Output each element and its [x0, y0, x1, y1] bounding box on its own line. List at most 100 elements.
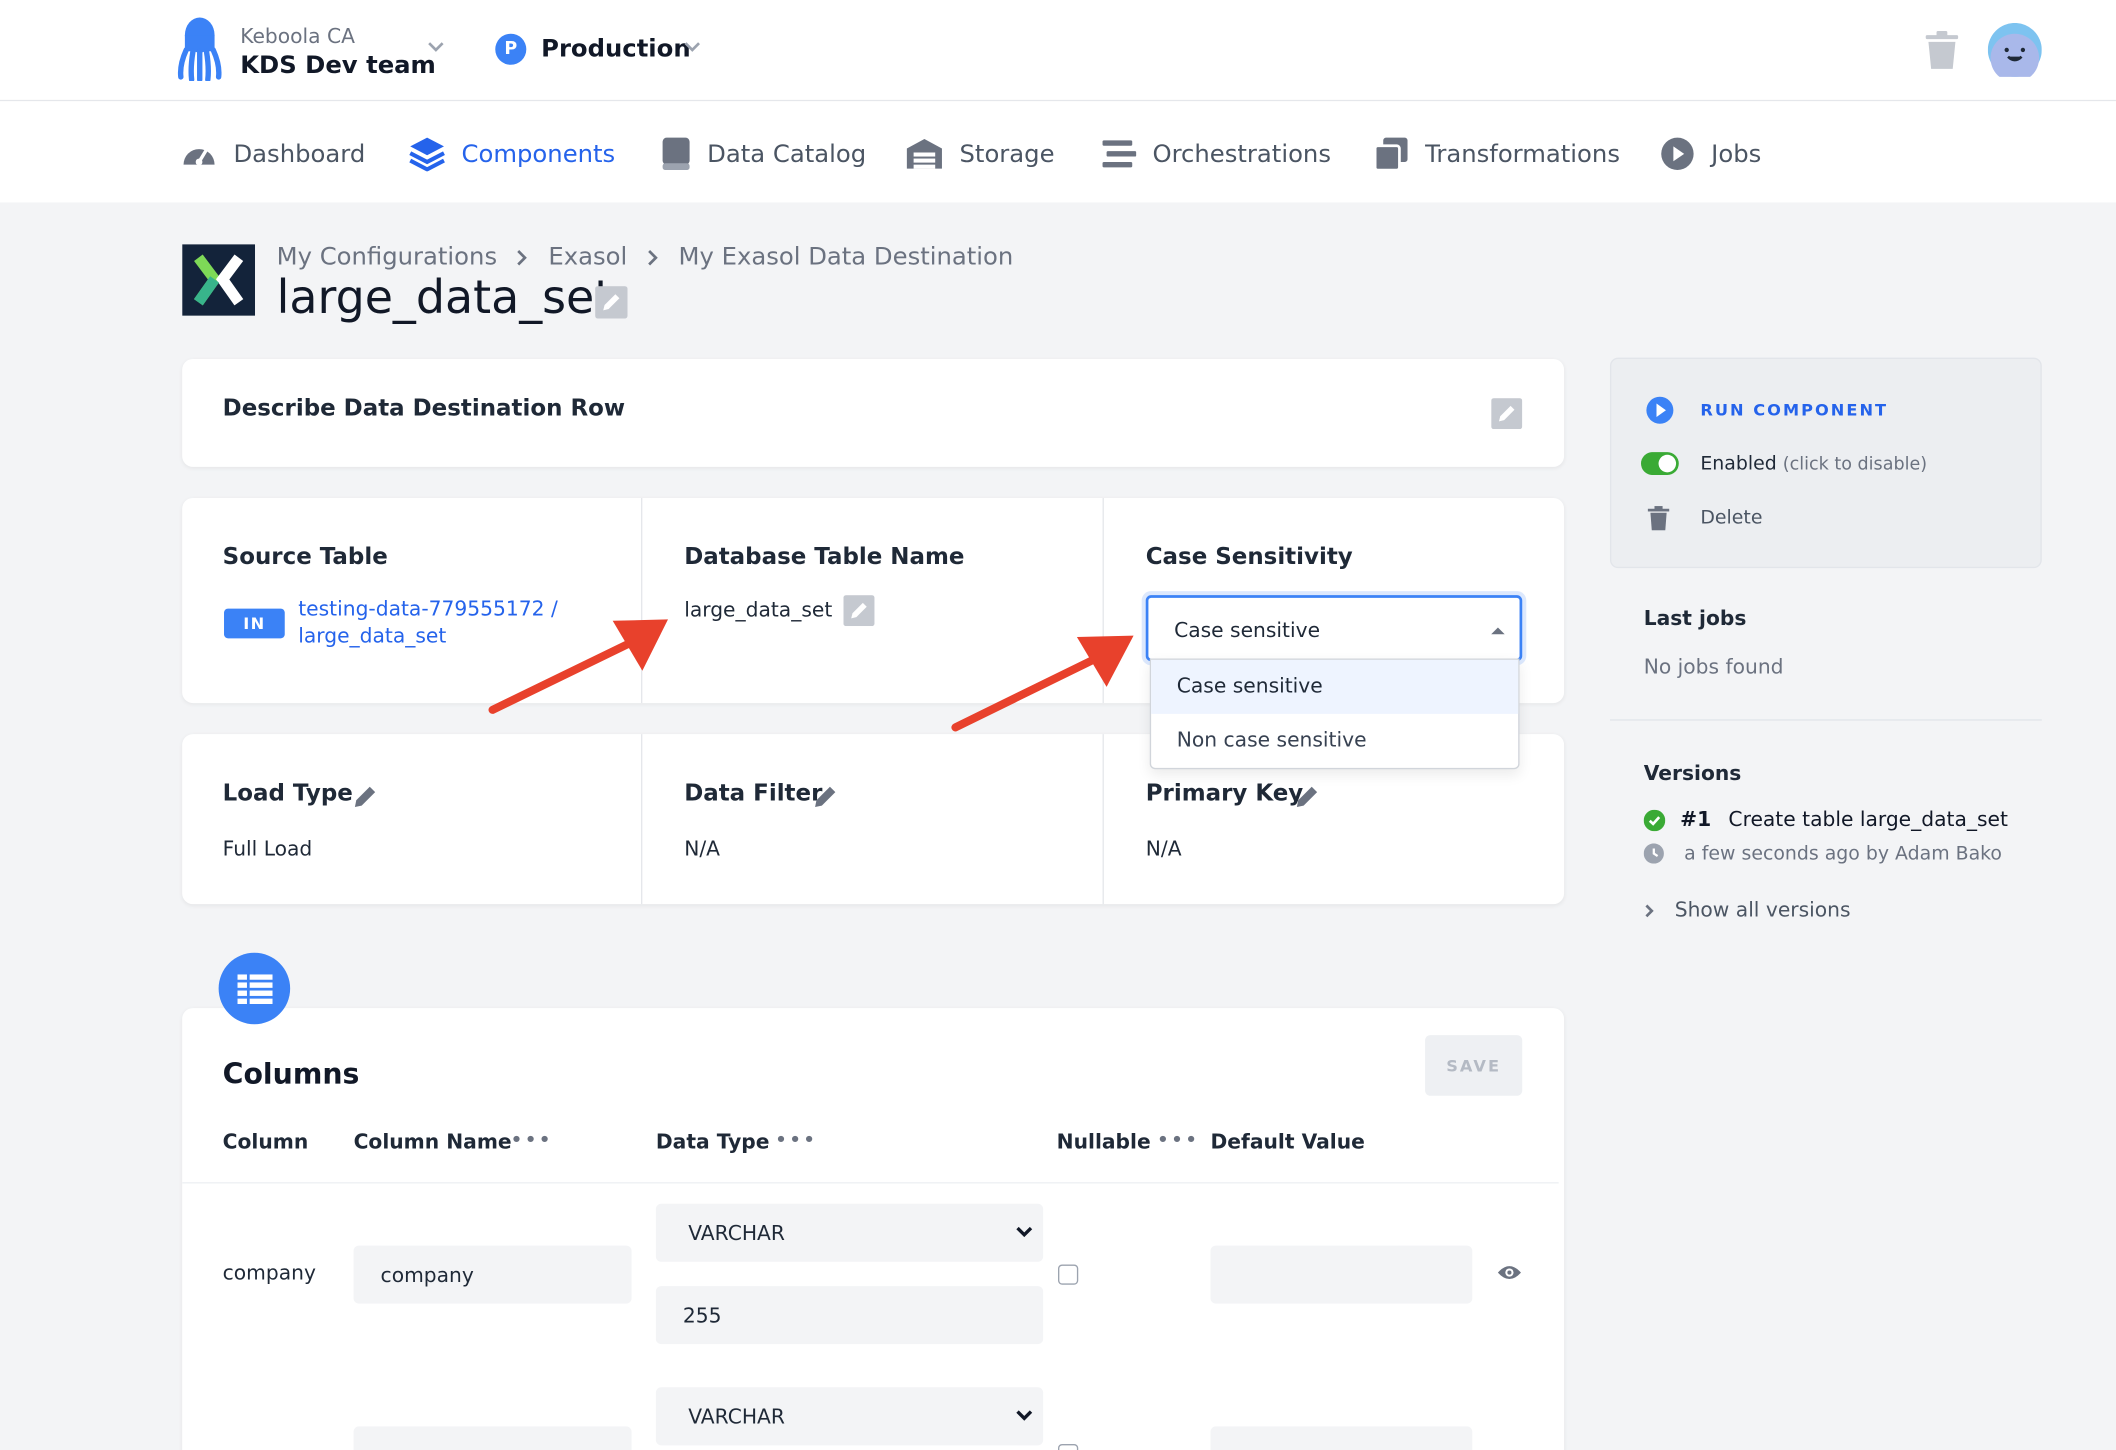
header-column-name: Column Name [353, 1129, 512, 1154]
pencil-icon[interactable] [812, 783, 839, 810]
case-sensitivity-label: Case Sensitivity [1145, 543, 1353, 571]
breadcrumb: My Configurations Exasol My Exasol Data … [277, 243, 1014, 271]
chevron-down-icon[interactable] [683, 40, 702, 53]
edit-icon[interactable] [843, 595, 875, 627]
primary-key-value: N/A [1145, 836, 1182, 861]
show-all-versions-link[interactable]: Show all versions [1675, 897, 1851, 921]
nav-orchestrations[interactable]: Orchestrations [1101, 134, 1331, 174]
option-non-case-sensitive[interactable]: Non case sensitive [1151, 714, 1518, 768]
source-table-link[interactable]: testing-data-779555172 / large_data_set [298, 595, 558, 649]
top-bar: Keboola CA KDS Dev team P Production [0, 0, 2116, 102]
trash-icon [1647, 506, 1670, 531]
columns-title: Columns [222, 1058, 360, 1091]
case-sensitivity-menu: Case sensitive Non case sensitive [1149, 658, 1520, 770]
nullable-checkbox[interactable] [1058, 1264, 1079, 1285]
trash-icon[interactable] [1924, 30, 1959, 70]
chevron-right-icon [517, 249, 528, 265]
env-name[interactable]: Production [541, 35, 690, 63]
chevron-down-icon [1016, 1410, 1033, 1421]
header-column: Column [222, 1129, 309, 1154]
nav-components[interactable]: Components [409, 134, 615, 174]
last-jobs-empty: No jobs found [1643, 654, 1784, 679]
data-type-select[interactable]: VARCHAR [655, 1203, 1044, 1262]
columns-card: Columns SAVE Column Column Name ••• Data… [182, 1008, 1565, 1450]
copy-icon [1373, 137, 1408, 172]
database-table-name-label: Database Table Name [684, 543, 965, 571]
case-sensitivity-selected: Case sensitive [1174, 618, 1321, 643]
pencil-icon[interactable] [1294, 783, 1321, 810]
load-type-label: Load Type [222, 780, 353, 808]
breadcrumb-destination[interactable]: My Exasol Data Destination [679, 243, 1014, 271]
chevron-right-icon [647, 249, 658, 265]
chevron-down-icon[interactable] [426, 40, 445, 53]
warehouse-icon [906, 138, 942, 169]
nav-transformations[interactable]: Transformations [1373, 134, 1620, 174]
save-button[interactable]: SAVE [1425, 1035, 1523, 1096]
table-icon [218, 952, 291, 1025]
data-filter-label: Data Filter [684, 780, 823, 808]
database-table-name-value: large_data_set [684, 597, 833, 623]
describe-card: Describe Data Destination Row [182, 358, 1565, 467]
main-nav: Dashboard Components Data Catalog Storag… [0, 101, 2116, 203]
version-meta: a few seconds ago by Adam Bako [1684, 843, 2002, 866]
nav-jobs[interactable]: Jobs [1660, 134, 1761, 174]
more-icon[interactable]: ••• [510, 1127, 552, 1153]
edit-icon[interactable] [595, 286, 628, 319]
data-type-select[interactable]: VARCHAR [655, 1387, 1044, 1446]
row-column: company [222, 1260, 316, 1285]
play-circle-icon[interactable] [1645, 395, 1675, 425]
page-title: large_data_set [276, 271, 613, 326]
load-type-value: Full Load [222, 836, 313, 861]
last-jobs-title: Last jobs [1643, 605, 1747, 631]
length-input[interactable]: 255 [655, 1286, 1044, 1345]
exasol-logo [182, 244, 256, 316]
nav-data-catalog[interactable]: Data Catalog [661, 134, 866, 174]
primary-key-label: Primary Key [1145, 780, 1304, 808]
default-value-input[interactable] [1210, 1245, 1473, 1304]
case-sensitivity-select[interactable]: Case sensitive [1145, 595, 1523, 662]
breadcrumb-my-configurations[interactable]: My Configurations [277, 243, 497, 271]
version-entry[interactable]: #1 Create table large_data_set [1680, 807, 2008, 831]
run-component-button[interactable]: RUN COMPONENT [1700, 401, 1888, 420]
nav-storage[interactable]: Storage [906, 134, 1055, 174]
edit-icon[interactable] [1491, 398, 1523, 430]
option-case-sensitive[interactable]: Case sensitive [1151, 659, 1519, 714]
actions-panel: RUN COMPONENT Enabled (click to disable)… [1609, 357, 2042, 569]
clock-icon [1643, 843, 1664, 864]
nav-dashboard[interactable]: Dashboard [181, 134, 365, 174]
gauge-icon [183, 148, 215, 166]
header-data-type: Data Type [655, 1129, 770, 1154]
in-badge: IN [224, 608, 285, 639]
eye-icon[interactable] [1497, 1263, 1523, 1282]
env-badge: P [495, 33, 527, 65]
source-table-label: Source Table [222, 543, 388, 571]
check-circle-icon [1643, 809, 1666, 832]
book-icon [662, 137, 690, 171]
play-circle-icon [1661, 137, 1694, 171]
header-nullable: Nullable [1056, 1129, 1151, 1154]
header-default-value: Default Value [1210, 1129, 1365, 1154]
more-icon[interactable]: ••• [775, 1127, 817, 1153]
enabled-toggle[interactable] [1640, 452, 1679, 476]
data-filter-value: N/A [684, 836, 721, 861]
describe-label: Describe Data Destination Row [222, 395, 626, 423]
caret-up-icon [1491, 627, 1505, 635]
breadcrumb-exasol[interactable]: Exasol [548, 243, 627, 271]
column-name-input[interactable] [353, 1426, 632, 1450]
layers-icon [409, 137, 445, 172]
pencil-icon[interactable] [352, 783, 379, 810]
bars-icon [1102, 140, 1137, 168]
enabled-label: Enabled (click to disable) [1700, 453, 1928, 476]
delete-button[interactable]: Delete [1700, 507, 1762, 529]
nullable-checkbox[interactable] [1058, 1443, 1079, 1450]
versions-title: Versions [1643, 761, 1742, 786]
column-name-input[interactable]: company [353, 1245, 632, 1304]
keboola-octopus-icon [177, 17, 222, 81]
team-name[interactable]: KDS Dev team [240, 51, 436, 79]
org-name: Keboola CA [240, 24, 356, 49]
chevron-right-icon [1645, 904, 1654, 918]
more-icon[interactable]: ••• [1157, 1127, 1199, 1153]
chevron-down-icon [1016, 1226, 1033, 1238]
default-value-input[interactable] [1210, 1426, 1473, 1450]
avatar[interactable] [1987, 22, 2042, 77]
